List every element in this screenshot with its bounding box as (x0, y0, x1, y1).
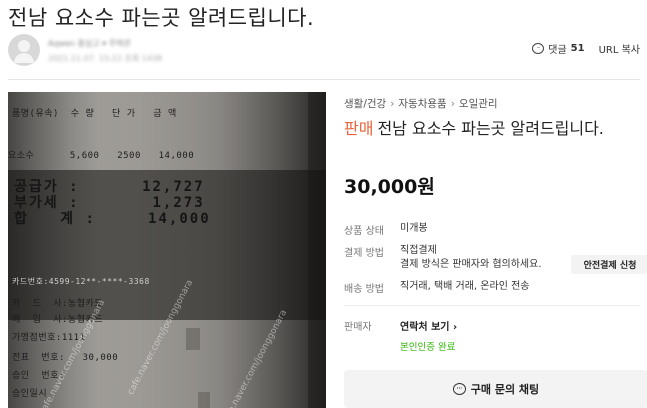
safe-payment-button[interactable]: 안전결제 신청 (571, 255, 647, 274)
price: 30,000원 (344, 176, 435, 198)
divider (344, 305, 640, 306)
product-title: 판매 전남 요소수 파는곳 알려드립니다. (344, 116, 640, 141)
post-title: 전남 요소수 파는곳 알려드립니다. (8, 6, 315, 30)
receipt-line: 승인일시 (12, 389, 48, 399)
comment-label: 댓글 (548, 45, 567, 56)
chevron-right-icon: › (390, 98, 395, 110)
product-title-text: 전남 요소수 파는곳 알려드립니다. (377, 119, 604, 138)
comment-button[interactable]: ··· 댓글 51 (532, 41, 585, 56)
receipt-item-line: 요소수 5,600 2500 14,000 (8, 151, 195, 161)
breadcrumb: 생활/건강 › 자동차용품 › 오일관리 (344, 96, 498, 111)
spec-label: 판매자 (344, 322, 372, 333)
receipt-line: 카 드 사:농협카드 (12, 299, 104, 309)
sale-badge: 판매 (344, 119, 374, 138)
divider (8, 79, 640, 80)
spec-value: 미개봉 (400, 223, 428, 234)
verified-badge: 본인인증 완료 (400, 342, 456, 353)
mosaic-blur (186, 328, 200, 350)
spec-label: 배송 방법 (344, 284, 384, 295)
spec-label: 결제 방법 (344, 248, 384, 259)
contact-link[interactable]: 연락처 보기 › (400, 318, 457, 333)
chat-icon: ··· (452, 383, 466, 395)
spec-value: 직거래, 택배 거래, 온라인 전송 (400, 281, 530, 292)
url-copy-button[interactable]: URL 복사 (599, 41, 640, 56)
payment-note: 결제 방식은 판매자와 협의하세요. (400, 259, 542, 270)
spec-label: 상품 상태 (344, 226, 384, 237)
author-row: Aqwen 중심고 ▾ 주택관 2021.11.07. 15:22 조회 143… (8, 34, 640, 68)
author-nickname[interactable]: Aqwen 중심고 ▾ 주택관 (48, 38, 131, 49)
product-photo[interactable]: 품명(유속) 수 량 단 가 금 액 요소수 5,600 2500 14,000… (8, 92, 326, 408)
receipt-card-line: 카드번호:4599-12**-****-3368 (12, 277, 150, 286)
receipt-total: 합 계 : 14,000 (14, 211, 211, 227)
breadcrumb-item[interactable]: 오일관리 (459, 98, 498, 110)
spec-value: 직접결제 (400, 245, 437, 256)
breadcrumb-item[interactable]: 생활/건강 (344, 98, 386, 110)
avatar[interactable] (8, 34, 40, 66)
receipt-header: 품명(유속) 수 량 단 가 금 액 (12, 109, 177, 119)
chat-button[interactable]: ··· 구매 문의 채팅 (344, 370, 647, 408)
mosaic-blur (198, 392, 210, 408)
comment-icon: ··· (532, 43, 545, 54)
chat-button-label: 구매 문의 채팅 (470, 383, 540, 396)
post-tools: ··· 댓글 51 URL 복사 (532, 41, 640, 56)
post-meta: 2021.11.07. 15:22 조회 1438 (48, 54, 163, 63)
chevron-right-icon: › (450, 98, 455, 110)
breadcrumb-item[interactable]: 자동차용품 (398, 98, 446, 110)
comment-count: 51 (570, 43, 585, 54)
